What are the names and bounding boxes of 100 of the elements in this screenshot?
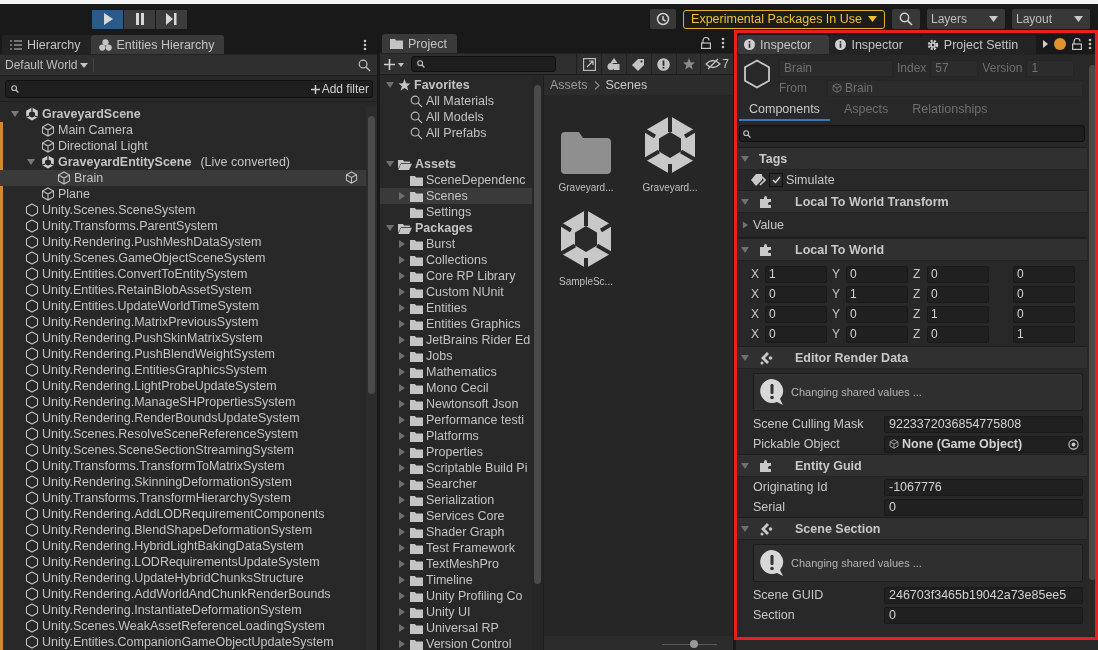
tree-item[interactable]: SceneDependenc — [380, 172, 532, 188]
lock-icon[interactable] — [701, 37, 711, 49]
tree-item[interactable]: Core RP Library — [380, 268, 532, 284]
tree-item[interactable]: Mathematics — [380, 364, 532, 380]
hierarchy-row[interactable]: Unity.Entities.RetainBlobAssetSystem — [0, 282, 366, 298]
panel-tab[interactable]: Project — [382, 34, 457, 53]
hierarchy-row[interactable]: Unity.Transforms.ParentSystem — [0, 218, 366, 234]
sub-tab[interactable]: Components — [739, 99, 830, 121]
tree-item[interactable]: All Materials — [380, 93, 532, 109]
number-field[interactable]: 0 — [765, 325, 827, 343]
tree-item[interactable]: Properties — [380, 444, 532, 460]
history-button[interactable] — [650, 9, 677, 29]
hierarchy-row[interactable]: Unity.Rendering.LODRequirementsUpdateSystem — [0, 554, 366, 570]
text-field[interactable]: 9223372036854775808 — [884, 415, 1083, 433]
scrollbar[interactable] — [366, 106, 377, 650]
component-header[interactable]: Editor Render Data — [736, 347, 1087, 369]
lock-icon[interactable] — [1072, 38, 1082, 50]
tree-item[interactable]: Packages — [380, 220, 532, 236]
tree-item[interactable]: Burst — [380, 236, 532, 252]
number-field[interactable]: 0 — [846, 265, 908, 283]
panel-tab[interactable]: Entities Hierarchy — [90, 35, 225, 54]
hierarchy-row[interactable]: Unity.Rendering.HybridLightBakingDataSystem — [0, 538, 366, 554]
number-field[interactable]: 0 — [846, 325, 908, 343]
hierarchy-row[interactable]: Unity.Entities.CompanionGameObjectUpdateSystem — [0, 634, 366, 650]
tree-item[interactable]: Mono Cecil — [380, 380, 532, 396]
more-icon[interactable] — [363, 39, 367, 51]
object-field[interactable]: None (Game Object) — [884, 435, 1083, 453]
tree-item[interactable]: Entities Graphics — [380, 316, 532, 332]
tree-item[interactable]: Custom NUnit — [380, 284, 532, 300]
slider-thumb[interactable] — [690, 640, 699, 648]
text-field[interactable]: -1067776 — [884, 478, 1083, 496]
hierarchy-row[interactable]: Unity.Rendering.SkinningDeformationSystem — [0, 474, 366, 490]
hierarchy-row[interactable]: Directional Light — [0, 138, 366, 154]
more-icon[interactable] — [1088, 38, 1092, 50]
breadcrumb-item[interactable]: Scenes — [605, 78, 648, 92]
number-field[interactable]: 0 — [1013, 285, 1075, 303]
number-field[interactable]: 0 — [927, 285, 989, 303]
number-field[interactable]: 0 — [765, 305, 827, 323]
dropdown[interactable]: Layers — [927, 9, 1005, 29]
hierarchy-row[interactable]: Brain — [0, 170, 366, 186]
target-icon[interactable] — [1068, 438, 1079, 450]
search-icon[interactable] — [358, 58, 371, 72]
hierarchy-row[interactable]: Unity.Transforms.TransformHierarchySystem — [0, 490, 366, 506]
text-field[interactable]: 246703f3465b19042a73e85ee5 — [884, 586, 1083, 604]
tree-item[interactable]: Performance testi — [380, 412, 532, 428]
tree-item[interactable]: Test Framework — [380, 540, 532, 556]
tree-item[interactable]: Platforms — [380, 428, 532, 444]
search-button[interactable] — [892, 9, 920, 29]
number-field[interactable]: 0 — [765, 285, 827, 303]
number-field[interactable]: 1 — [1013, 325, 1075, 343]
hierarchy-row[interactable]: Unity.Entities.UpdateWorldTimeSystem — [0, 298, 366, 314]
panel-tab[interactable]: Project Settin — [920, 35, 1037, 54]
hierarchy-row[interactable]: Unity.Rendering.PushBlendWeightSystem — [0, 346, 366, 362]
step-button[interactable] — [156, 9, 187, 29]
tree-item[interactable]: All Prefabs — [380, 125, 532, 141]
scrollbar[interactable] — [532, 75, 544, 650]
tree-item[interactable]: All Models — [380, 109, 532, 125]
panel-tab[interactable]: Inspector — [738, 35, 830, 54]
checkbox[interactable] — [769, 173, 783, 187]
tree-item[interactable]: Shader Graph — [380, 524, 532, 540]
panel-tab[interactable]: Inspector — [829, 35, 921, 54]
hierarchy-row[interactable]: Unity.Rendering.ManageSHPropertiesSystem — [0, 394, 366, 410]
cube-icon[interactable] — [645, 116, 695, 174]
number-field[interactable]: 0 — [1013, 265, 1075, 283]
hierarchy-row[interactable]: Unity.Rendering.AddWorldAndChunkRenderBounds — [0, 586, 366, 602]
hierarchy-row[interactable]: Unity.Rendering.InstantiateDeformationSystem — [0, 602, 366, 618]
hidden-packages-button[interactable]: 7 — [700, 54, 733, 74]
hierarchy-row[interactable]: Unity.Scenes.GameObjectSceneSystem — [0, 250, 366, 266]
hierarchy-row[interactable]: Unity.Rendering.BlendShapeDeformationSystem — [0, 522, 366, 538]
tree-item[interactable]: Scriptable Build Pi — [380, 460, 532, 476]
breadcrumb-item[interactable]: Assets — [550, 78, 588, 92]
hierarchy-row[interactable]: Main Camera — [0, 122, 366, 138]
text-field[interactable]: 0 — [884, 606, 1083, 624]
hierarchy-row[interactable]: Unity.Rendering.LightProbeUpdateSystem — [0, 378, 366, 394]
tree-item[interactable]: Entities — [380, 300, 532, 316]
folder-icon[interactable] — [561, 132, 611, 174]
hierarchy-row[interactable]: Unity.Scenes.WeakAssetReferenceLoadingSystem — [0, 618, 366, 634]
tree-item[interactable]: Searcher — [380, 476, 532, 492]
tree-item[interactable]: Newtonsoft Json — [380, 396, 532, 412]
tree-item[interactable]: Jobs — [380, 348, 532, 364]
hierarchy-row[interactable]: Unity.Entities.ConvertToEntitySystem — [0, 266, 366, 282]
more-icon[interactable] — [721, 37, 725, 49]
tree-item[interactable]: Settings — [380, 204, 532, 220]
hierarchy-row[interactable]: Unity.Rendering.EntitiesGraphicsSystem — [0, 362, 366, 378]
tree-item[interactable]: Universal RP — [380, 620, 532, 636]
foldout[interactable]: Value — [736, 213, 1087, 238]
hierarchy-row[interactable]: GraveyardEntityScene (Live converted) — [0, 154, 366, 170]
hierarchy-row[interactable]: Plane — [0, 186, 366, 202]
cube-icon[interactable] — [561, 210, 611, 268]
text-field[interactable]: 0 — [884, 498, 1083, 516]
hierarchy-row[interactable]: Unity.Scenes.SceneSectionStreamingSystem — [0, 442, 366, 458]
search-field[interactable] — [739, 125, 1085, 142]
hierarchy-row[interactable]: Unity.Scenes.SceneSystem — [0, 202, 366, 218]
number-field[interactable]: 0 — [1013, 305, 1075, 323]
play-button[interactable] — [92, 9, 123, 29]
hierarchy-row[interactable]: GraveyardScene — [0, 106, 366, 122]
pause-button[interactable] — [124, 9, 155, 29]
tree-item[interactable]: Assets — [380, 156, 532, 172]
component-header[interactable]: Tags — [736, 148, 1087, 170]
component-header[interactable]: Local To World Transform — [736, 191, 1087, 213]
